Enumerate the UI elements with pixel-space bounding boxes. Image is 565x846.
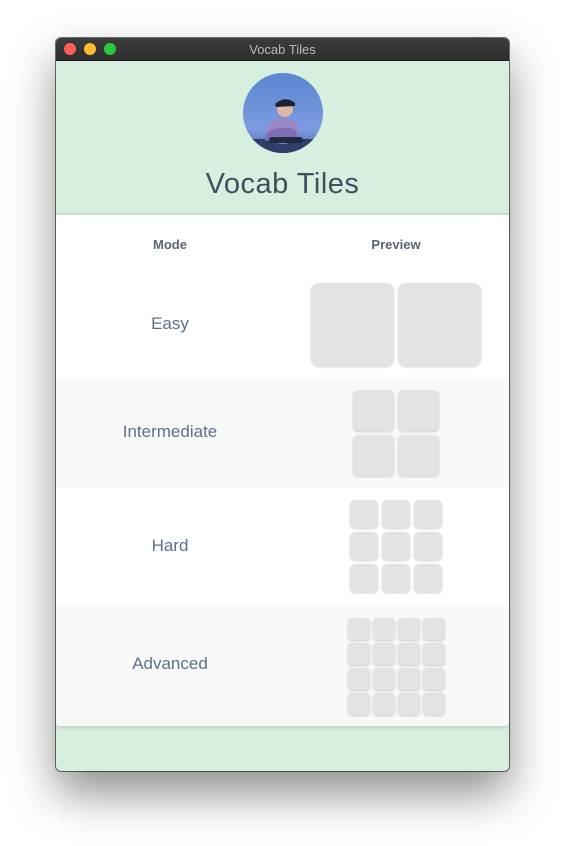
mode-row-hard[interactable]: Hard [56, 488, 509, 606]
mode-table: Mode Preview Easy Intermediate Hard Adva… [56, 215, 509, 726]
preview-tile [373, 643, 395, 665]
preview-tile [348, 643, 370, 665]
mode-label: Hard [151, 536, 189, 555]
preview-tile [414, 532, 442, 560]
preview-grid [350, 500, 442, 592]
app-window: Vocab Tiles Vocab Tiles Mode Preview Eas… [56, 38, 509, 771]
preview-tile [398, 643, 420, 665]
preview-grid [348, 618, 445, 715]
app-title: Vocab Tiles [205, 168, 360, 200]
preview-tile [353, 390, 394, 431]
mode-row-easy[interactable]: Easy [56, 275, 509, 378]
preview-tile [398, 693, 420, 715]
window-title: Vocab Tiles [249, 42, 316, 57]
preview-tile [353, 435, 394, 476]
mode-label: Easy [151, 314, 189, 333]
avatar [243, 73, 323, 153]
table-header: Mode Preview [56, 215, 509, 275]
preview-tile [348, 693, 370, 715]
column-header-preview: Preview [371, 237, 421, 252]
preview-tile [398, 283, 481, 366]
preview-tile [423, 618, 445, 640]
mode-label: Intermediate [122, 422, 218, 441]
preview-tile [398, 668, 420, 690]
preview-tile [398, 435, 439, 476]
preview-tile [414, 500, 442, 528]
preview-tile [414, 564, 442, 592]
column-header-mode: Mode [153, 237, 187, 252]
profile-photo-icon [243, 73, 323, 153]
title-bar[interactable]: Vocab Tiles [56, 38, 509, 61]
preview-tile [423, 668, 445, 690]
preview-tile [398, 618, 420, 640]
mode-row-advanced[interactable]: Advanced [56, 606, 509, 726]
preview-grid [311, 283, 481, 366]
preview-tile [350, 500, 378, 528]
preview-tile [373, 693, 395, 715]
preview-tile [350, 564, 378, 592]
preview-tile [311, 283, 394, 366]
preview-tile [348, 668, 370, 690]
preview-tile [350, 532, 378, 560]
preview-tile [398, 390, 439, 431]
preview-tile [373, 618, 395, 640]
mode-label: Advanced [132, 654, 208, 673]
preview-tile [373, 668, 395, 690]
preview-tile [423, 643, 445, 665]
preview-tile [348, 618, 370, 640]
preview-tile [382, 564, 410, 592]
preview-grid [353, 390, 439, 476]
preview-tile [382, 532, 410, 560]
preview-tile [382, 500, 410, 528]
preview-tile [423, 693, 445, 715]
app-header: Vocab Tiles [56, 61, 509, 215]
mode-row-intermediate[interactable]: Intermediate [56, 378, 509, 488]
